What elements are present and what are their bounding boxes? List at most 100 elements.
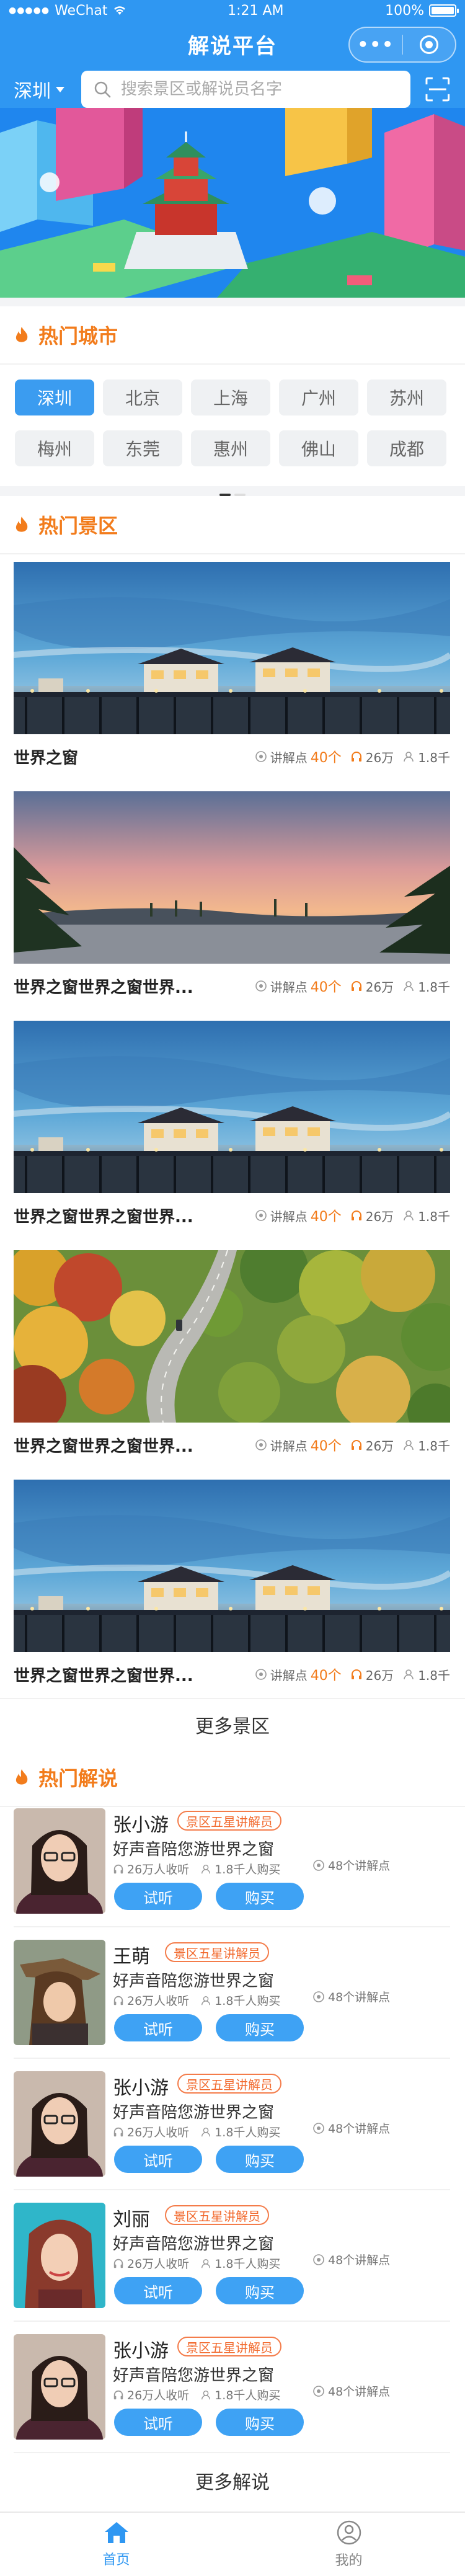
more-menu-button[interactable]: ••• [350, 36, 402, 53]
search-bar[interactable] [81, 71, 411, 108]
buy-button[interactable]: 购买 [216, 1883, 304, 1910]
guide-badge: 景区五星讲解员 [177, 2074, 281, 2094]
guide-card[interactable]: 王萌 景区五星讲解员 好声音陪您游世界之窗 26万人收听 1.8千人购买 48个… [14, 1927, 450, 2059]
guide-meta: 26万人收听 1.8千人购买 [113, 2386, 280, 2403]
buy-button[interactable]: 购买 [216, 2277, 304, 2304]
points-label: 讲解点 [270, 979, 308, 995]
user-icon [404, 981, 414, 992]
scenic-spot-card[interactable]: 世界之窗世界之窗世界... 讲解点 40个 26万 1.8千 [14, 791, 450, 1008]
headphone-icon [351, 1440, 361, 1450]
close-program-button[interactable] [403, 35, 456, 54]
section-header: 热门景区 [0, 496, 465, 554]
guide-card[interactable]: 张小游 景区五星讲解员 好声音陪您游世界之窗 26万人收听 1.8千人购买 48… [14, 1796, 450, 1927]
city-chip[interactable]: 成都 [367, 430, 446, 466]
stat-buyers: 1.8千 [402, 1666, 450, 1684]
buy-button[interactable]: 购买 [216, 2146, 304, 2173]
current-city: 深圳 [14, 81, 51, 102]
city-chip[interactable]: 惠州 [191, 430, 270, 466]
headphone-icon [113, 2127, 123, 2136]
spot-name: 世界之窗世界之窗世界... [14, 1437, 193, 1456]
guide-desc: 好声音陪您游世界之窗 [113, 2366, 275, 2385]
city-chip[interactable]: 梅州 [15, 430, 94, 466]
scan-icon[interactable] [424, 76, 451, 103]
scenic-spot-card[interactable]: 世界之窗世界之窗世界... 讲解点 40个 26万 1.8千 [14, 1250, 450, 1467]
tab-mine[interactable]: 我的 [232, 2513, 465, 2576]
page-title: 解说平台 [188, 33, 277, 59]
try-listen-button[interactable]: 试听 [114, 2409, 202, 2436]
buyers-count: 1.8千 [418, 1438, 450, 1454]
target-icon [419, 35, 438, 54]
scenic-spot-card[interactable]: 世界之窗 讲解点 40个 26万 1.8千 [14, 562, 450, 779]
tab-bar: 首页 我的 [0, 2512, 465, 2576]
app-header: ●●●●● WeChat 1:21 AM 100% 解说平台 ••• 深圳 [0, 0, 465, 108]
flame-icon [16, 517, 28, 532]
city-chip[interactable]: 苏州 [367, 380, 446, 415]
spot-info: 世界之窗 讲解点 40个 26万 1.8千 [14, 734, 450, 779]
tab-home[interactable]: 首页 [0, 2513, 232, 2576]
guide-badge: 景区五星讲解员 [165, 1942, 269, 1962]
guide-avatar [14, 1808, 105, 1914]
city-chip[interactable]: 佛山 [279, 430, 358, 466]
city-chip[interactable]: 广州 [279, 380, 358, 415]
scenic-spot-card[interactable]: 世界之窗世界之窗世界... 讲解点 40个 26万 1.8千 [14, 1480, 450, 1697]
listens-count: 26万 [365, 1209, 394, 1224]
buy-button[interactable]: 购买 [216, 2409, 304, 2436]
points-count: 40个 [310, 980, 342, 995]
section-header: 热门城市 [0, 306, 465, 365]
listens-count: 26万 [365, 979, 394, 995]
user-icon [202, 1864, 211, 1873]
try-listen-button[interactable]: 试听 [114, 2277, 202, 2304]
guide-desc: 好声音陪您游世界之窗 [113, 1841, 275, 1859]
city-selector[interactable]: 深圳 [14, 76, 81, 103]
location-icon [255, 1669, 267, 1680]
buyers-count: 1.8千人购买 [215, 2389, 281, 2402]
guide-card[interactable]: 刘丽 景区五星讲解员 好声音陪您游世界之窗 26万人收听 1.8千人购买 48个… [14, 2190, 450, 2322]
stat-buyers: 1.8千 [402, 977, 450, 995]
guide-desc: 好声音陪您游世界之窗 [113, 2103, 275, 2122]
status-bar: ●●●●● WeChat 1:21 AM 100% [0, 0, 465, 21]
points-count: 48个讲解点 [328, 2254, 391, 2267]
guide-meta: 26万人收听 1.8千人购买 [113, 1860, 280, 1877]
listeners-count: 26万人收听 [127, 2126, 190, 2139]
scenic-spot-card[interactable]: 世界之窗世界之窗世界... 讲解点 40个 26万 1.8千 [14, 1021, 450, 1238]
try-listen-button[interactable]: 试听 [114, 2146, 202, 2173]
signal-icon: ●●●●● [9, 6, 50, 16]
city-chip[interactable]: 北京 [103, 380, 182, 415]
user-icon [202, 1996, 211, 2005]
try-listen-button[interactable]: 试听 [114, 1883, 202, 1910]
hot-guides-title: 热门解说 [38, 1767, 118, 1790]
more-spots-link[interactable]: 更多景区 [0, 1698, 465, 1750]
buyers-count: 1.8千 [418, 979, 450, 995]
stat-listens: 26万 [350, 1436, 394, 1454]
scenic-photo [14, 1480, 450, 1652]
stat-points: 讲解点 40个 [255, 1664, 342, 1684]
banner-illustration [0, 108, 465, 298]
more-guides-link[interactable]: 更多解说 [0, 2454, 465, 2507]
guide-name: 刘丽 [113, 2209, 150, 2231]
city-chip[interactable]: 上海 [191, 380, 270, 415]
headphone-icon [351, 752, 361, 762]
battery-percent: 100% [385, 2, 424, 19]
try-listen-button[interactable]: 试听 [114, 2014, 202, 2041]
points-count: 40个 [310, 750, 342, 766]
search-input[interactable] [120, 80, 399, 99]
buyers-count: 1.8千 [418, 1209, 450, 1224]
points-label: 讲解点 [270, 750, 308, 765]
hero-banner[interactable] [0, 108, 465, 298]
guide-desc: 好声音陪您游世界之窗 [113, 1972, 275, 1991]
guide-badge: 景区五星讲解员 [177, 2337, 281, 2356]
location-icon [313, 1859, 324, 1871]
city-chip[interactable]: 深圳 [15, 380, 94, 415]
city-chip[interactable]: 东莞 [103, 430, 182, 466]
guide-card[interactable]: 张小游 景区五星讲解员 好声音陪您游世界之窗 26万人收听 1.8千人购买 48… [14, 2322, 450, 2453]
mini-program-capsule: ••• [348, 27, 456, 63]
listens-count: 26万 [365, 750, 394, 765]
listeners-count: 26万人收听 [127, 2389, 190, 2402]
spot-stats: 讲解点 40个 26万 1.8千 [255, 1206, 450, 1225]
guide-card[interactable]: 张小游 景区五星讲解员 好声音陪您游世界之窗 26万人收听 1.8千人购买 48… [14, 2059, 450, 2190]
guide-points: 48个讲解点 [312, 1857, 390, 1873]
buy-button[interactable]: 购买 [216, 2014, 304, 2041]
buyers-count: 1.8千人购买 [215, 2257, 281, 2271]
spot-info: 世界之窗世界之窗世界... 讲解点 40个 26万 1.8千 [14, 1652, 450, 1697]
spot-info: 世界之窗世界之窗世界... 讲解点 40个 26万 1.8千 [14, 1423, 450, 1467]
